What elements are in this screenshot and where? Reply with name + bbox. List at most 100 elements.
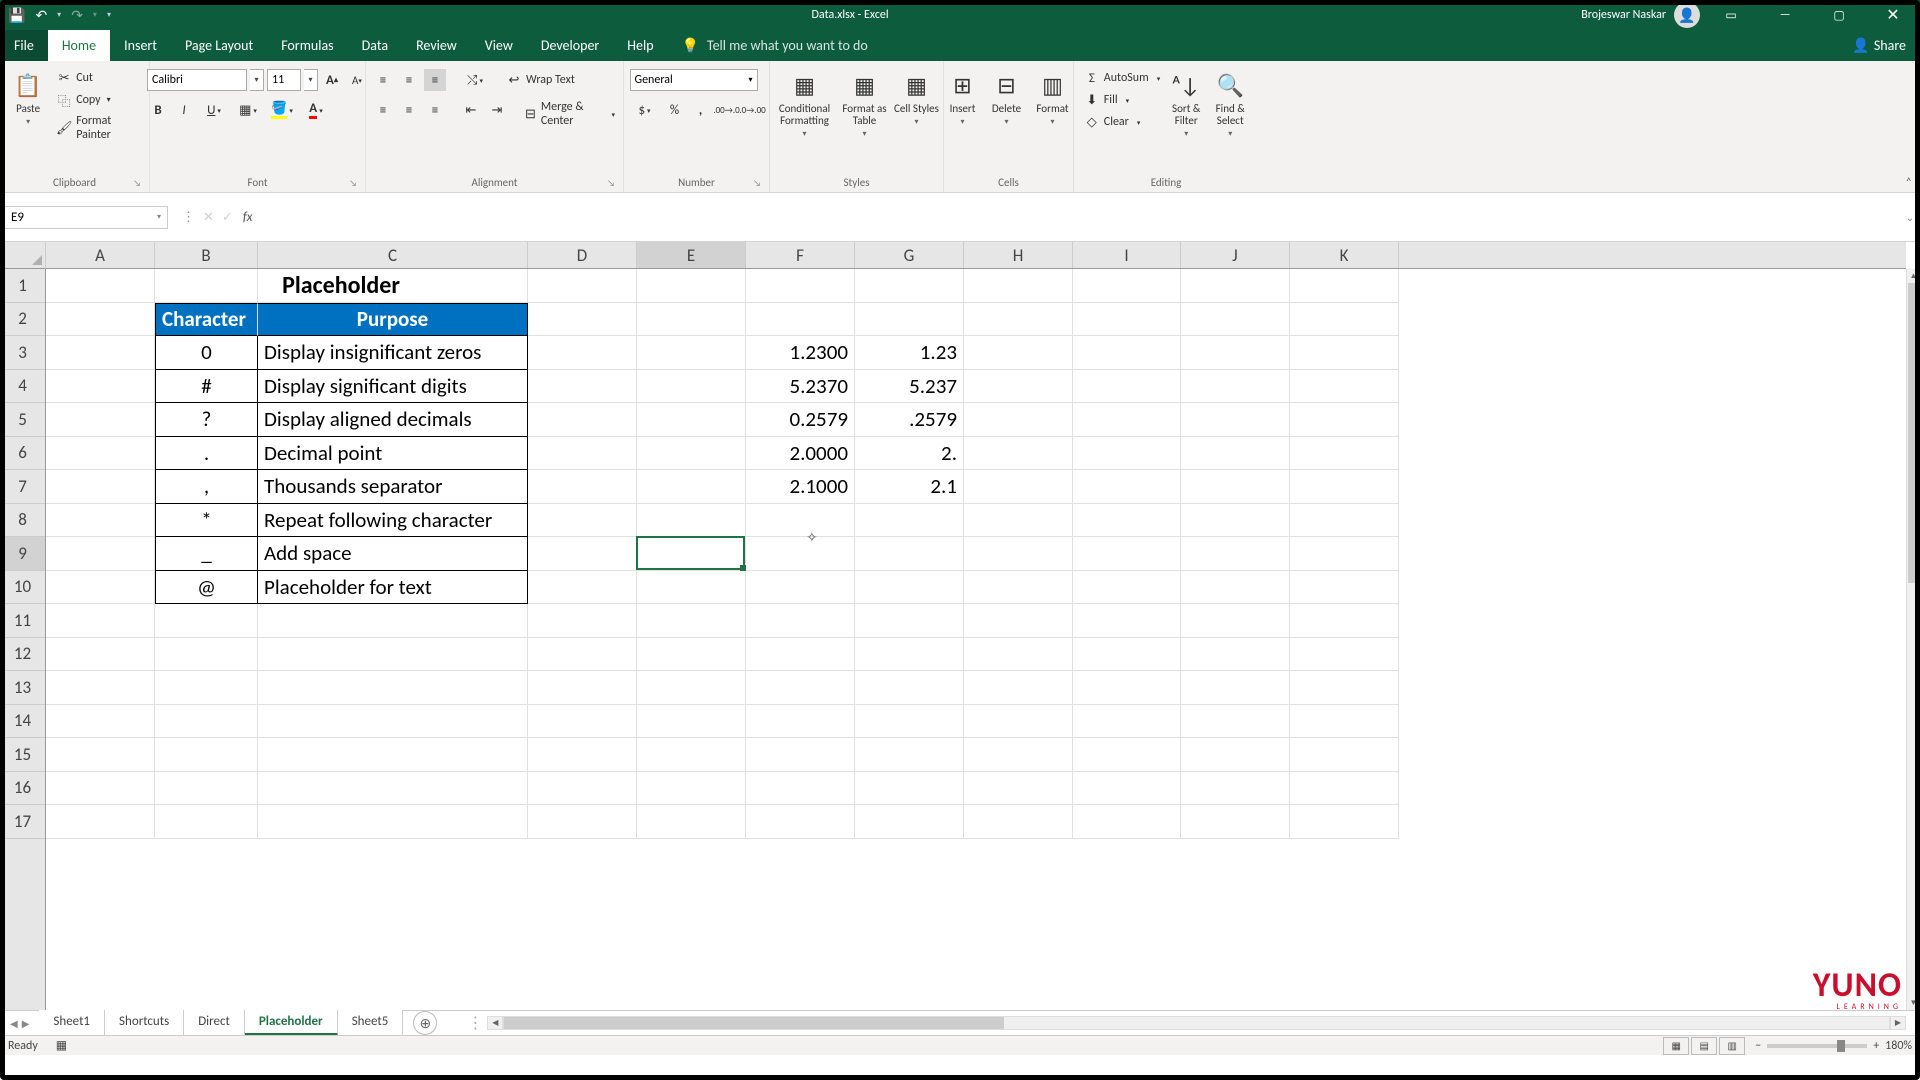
cell[interactable]: Decimal point bbox=[258, 437, 528, 471]
collapse-ribbon-icon[interactable]: ˄ bbox=[1906, 176, 1912, 190]
cut-button[interactable]: ✂Cut bbox=[54, 69, 143, 87]
accounting-format-icon[interactable]: $▾ bbox=[630, 99, 660, 121]
cell[interactable]: @ bbox=[155, 571, 258, 605]
italic-button[interactable]: I bbox=[173, 99, 195, 121]
cell[interactable] bbox=[528, 269, 637, 303]
cell[interactable] bbox=[1073, 336, 1181, 370]
cell[interactable] bbox=[1290, 303, 1399, 337]
cell[interactable] bbox=[46, 772, 155, 806]
redo-icon[interactable]: ↷ bbox=[71, 7, 83, 24]
cell[interactable] bbox=[46, 738, 155, 772]
undo-caret[interactable]: ▾ bbox=[57, 10, 61, 20]
cell[interactable] bbox=[855, 805, 964, 839]
align-bottom-icon[interactable]: ≡ bbox=[424, 69, 446, 91]
cell[interactable] bbox=[964, 638, 1073, 672]
cell[interactable] bbox=[1181, 604, 1290, 638]
border-button[interactable]: ▦▾ bbox=[233, 99, 263, 121]
tab-formulas[interactable]: Formulas bbox=[267, 30, 347, 61]
underline-button[interactable]: U▾ bbox=[199, 99, 229, 121]
hscroll-thumb[interactable] bbox=[504, 1017, 1004, 1029]
sheet-nav-next-icon[interactable]: ▶ bbox=[22, 1017, 30, 1030]
row-header-9[interactable]: 9 bbox=[0, 537, 45, 571]
cell[interactable] bbox=[1290, 571, 1399, 605]
decrease-indent-icon[interactable]: ⇤ bbox=[460, 99, 482, 121]
tab-review[interactable]: Review bbox=[402, 30, 471, 61]
cell[interactable] bbox=[1073, 504, 1181, 538]
cell[interactable]: 1.2300 bbox=[746, 336, 855, 370]
cell[interactable]: 1.23 bbox=[855, 336, 964, 370]
cell[interactable] bbox=[528, 671, 637, 705]
col-header-G[interactable]: G bbox=[855, 242, 964, 268]
cell[interactable] bbox=[46, 403, 155, 437]
cell[interactable] bbox=[964, 336, 1073, 370]
decrease-font-icon[interactable]: A▾ bbox=[346, 69, 368, 91]
cell[interactable] bbox=[1181, 470, 1290, 504]
cell[interactable] bbox=[528, 370, 637, 404]
tab-page-layout[interactable]: Page Layout bbox=[171, 30, 267, 61]
col-header-E[interactable]: E bbox=[637, 242, 746, 268]
sheet-tab-placeholder[interactable]: Placeholder bbox=[245, 1010, 338, 1036]
font-size-input[interactable] bbox=[267, 69, 301, 91]
cell[interactable] bbox=[1181, 537, 1290, 571]
cell[interactable] bbox=[746, 303, 855, 337]
cell[interactable] bbox=[258, 772, 528, 806]
cell[interactable]: 0 bbox=[155, 336, 258, 370]
tab-help[interactable]: Help bbox=[613, 30, 667, 61]
cell[interactable] bbox=[155, 805, 258, 839]
align-right-icon[interactable]: ≡ bbox=[424, 99, 446, 121]
cell[interactable]: 0.2579 bbox=[746, 403, 855, 437]
row-header-8[interactable]: 8 bbox=[0, 504, 45, 538]
cell[interactable]: 5.237 bbox=[855, 370, 964, 404]
cell[interactable] bbox=[46, 638, 155, 672]
cell[interactable]: Display insignificant zeros bbox=[258, 336, 528, 370]
cell[interactable]: Display significant digits bbox=[258, 370, 528, 404]
cell[interactable] bbox=[1181, 303, 1290, 337]
fill-color-button[interactable]: 🪣▾ bbox=[267, 99, 297, 121]
cell[interactable] bbox=[1290, 537, 1399, 571]
cell[interactable] bbox=[528, 571, 637, 605]
col-header-C[interactable]: C bbox=[258, 242, 528, 268]
cell[interactable] bbox=[964, 738, 1073, 772]
col-header-D[interactable]: D bbox=[528, 242, 637, 268]
row-header-15[interactable]: 15 bbox=[0, 738, 45, 772]
cell[interactable] bbox=[637, 370, 746, 404]
select-all-corner[interactable] bbox=[0, 242, 46, 269]
cell[interactable] bbox=[46, 437, 155, 471]
share-button[interactable]: 👤 Share bbox=[1838, 30, 1920, 61]
cell[interactable] bbox=[746, 504, 855, 538]
cancel-formula-icon[interactable]: ✕ bbox=[203, 210, 214, 225]
cell[interactable] bbox=[855, 705, 964, 739]
sheet-tab-sheet1[interactable]: Sheet1 bbox=[39, 1010, 105, 1036]
sort-filter-button[interactable]: ᴬ↓Sort & Filter▾ bbox=[1166, 69, 1206, 139]
delete-cells-button[interactable]: ⊟Delete▾ bbox=[987, 69, 1027, 127]
cell[interactable] bbox=[155, 738, 258, 772]
page-break-view-button[interactable]: ▥ bbox=[1719, 1037, 1745, 1055]
comma-format-icon[interactable]: , bbox=[690, 99, 712, 121]
insert-cells-button[interactable]: ⊞Insert▾ bbox=[943, 69, 983, 127]
cell[interactable] bbox=[528, 470, 637, 504]
cell[interactable] bbox=[964, 437, 1073, 471]
cell[interactable] bbox=[746, 805, 855, 839]
cell[interactable] bbox=[46, 470, 155, 504]
cell[interactable] bbox=[855, 537, 964, 571]
zoom-slider[interactable] bbox=[1767, 1044, 1867, 1048]
cell[interactable] bbox=[637, 504, 746, 538]
cell[interactable]: Display aligned decimals bbox=[258, 403, 528, 437]
cell[interactable] bbox=[637, 470, 746, 504]
cell[interactable] bbox=[1290, 705, 1399, 739]
percent-format-icon[interactable]: % bbox=[664, 99, 686, 121]
cell[interactable]: . bbox=[155, 437, 258, 471]
row-header-12[interactable]: 12 bbox=[0, 638, 45, 672]
cell[interactable] bbox=[1181, 638, 1290, 672]
cell[interactable] bbox=[855, 504, 964, 538]
paste-button[interactable]: 📋 Paste ▾ bbox=[6, 69, 50, 127]
zoom-in-button[interactable]: + bbox=[1873, 1039, 1879, 1053]
row-header-7[interactable]: 7 bbox=[0, 470, 45, 504]
add-sheet-button[interactable]: ⊕ bbox=[413, 1011, 437, 1035]
cell[interactable] bbox=[1181, 705, 1290, 739]
cell[interactable]: Purpose bbox=[258, 303, 528, 337]
font-expand-icon[interactable]: ↘ bbox=[349, 178, 357, 189]
number-format-select[interactable]: General▾ bbox=[630, 69, 758, 91]
row-header-2[interactable]: 2 bbox=[0, 303, 45, 337]
row-headers[interactable]: 1234567891011121314151617 bbox=[0, 269, 46, 1010]
